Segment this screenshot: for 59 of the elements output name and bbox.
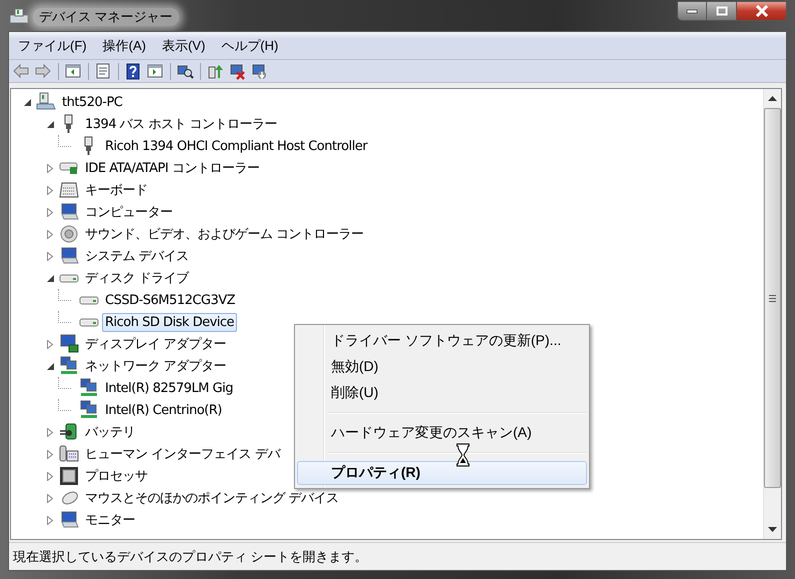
close-icon [754, 5, 768, 17]
menu-item[interactable]: 削除(U) [297, 381, 587, 405]
tree-item[interactable]: サウンド、ビデオ、およびゲーム コントローラー [82, 223, 367, 245]
panel-icon[interactable] [146, 62, 165, 80]
close-button[interactable] [737, 1, 787, 21]
tree-item[interactable]: コンピューター [82, 201, 176, 223]
tree-item[interactable]: Intel(R) 82579LM Gig [102, 378, 236, 398]
tree-item[interactable]: モニター [82, 509, 138, 531]
tree-item[interactable]: ヒューマン インターフェイス デバ [82, 443, 283, 465]
network-icon [79, 400, 99, 420]
tree-item[interactable]: tht520-PC [59, 92, 126, 112]
tree-item[interactable]: IDE ATA/ATAPI コントローラー [82, 157, 262, 179]
window-title: デバイス マネージャー [33, 8, 179, 26]
monitor-x-icon[interactable] [228, 62, 247, 80]
tree-item[interactable]: Ricoh 1394 OHCI Compliant Host Controller [102, 136, 370, 156]
device-manager-icon [9, 7, 29, 25]
tree-item[interactable]: プロセッサ [82, 465, 150, 487]
menu-item[interactable]: ファイル(F) [18, 34, 87, 56]
menu-item[interactable]: ヘルプ(H) [221, 34, 278, 56]
vertical-scrollbar[interactable] [763, 89, 781, 539]
tree-item[interactable]: キーボード [82, 179, 150, 201]
panel-icon[interactable] [64, 62, 83, 80]
scroll-down-icon[interactable] [768, 527, 777, 532]
tree-item[interactable]: バッテリ [82, 421, 138, 443]
tree-item[interactable]: CSSD-S6M512CG3VZ [102, 290, 238, 310]
scroll-up-icon[interactable] [768, 96, 777, 101]
menu-item[interactable]: 表示(V) [162, 34, 206, 56]
display-adapter-icon [59, 334, 79, 354]
computer-icon [36, 92, 56, 112]
chip-icon [59, 466, 79, 486]
tree-item[interactable]: Intel(R) Centrino(R) [102, 400, 225, 420]
tree-item[interactable]: ディスク ドライブ [82, 267, 192, 289]
minimize-icon [686, 8, 698, 14]
network-icon [59, 356, 79, 376]
tree-item[interactable]: ネットワーク アダプター [82, 355, 230, 377]
tree-item[interactable]: Ricoh SD Disk Device [102, 312, 238, 332]
monitor-icon [59, 510, 79, 530]
phone-keypad-icon [59, 444, 79, 464]
tree-item[interactable]: マウスとそのほかのポインティング デバイス [82, 487, 342, 509]
monitor-icon [59, 246, 79, 266]
speaker-icon [59, 224, 79, 244]
tree-item[interactable]: ディスプレイ アダプター [82, 333, 230, 355]
tree-item[interactable]: 1394 バス ホスト コントローラー [82, 113, 280, 135]
network-icon [79, 378, 99, 398]
menu-item[interactable]: 無効(D) [297, 355, 587, 379]
battery-plug-icon [59, 422, 79, 442]
menu-item[interactable]: ハードウェア変更のスキャン(A) [297, 421, 587, 445]
status-text: 現在選択しているデバイスのプロパティ シートを開きます。 [13, 548, 368, 566]
menu-item[interactable]: プロパティ(R) [297, 461, 587, 485]
monitor-icon [59, 202, 79, 222]
maximize-icon [716, 6, 728, 16]
minimize-button[interactable] [677, 1, 707, 21]
menu-item[interactable]: ドライバー ソフトウェアの更新(P)... [297, 329, 587, 353]
keyboard-icon [59, 180, 79, 200]
tree-item[interactable]: システム デバイス [82, 245, 192, 267]
maximize-button[interactable] [707, 1, 737, 21]
download-arrow-icon[interactable] [250, 62, 269, 80]
scrollbar-thumb[interactable] [764, 108, 781, 488]
menu-item[interactable]: 操作(A) [102, 34, 146, 56]
